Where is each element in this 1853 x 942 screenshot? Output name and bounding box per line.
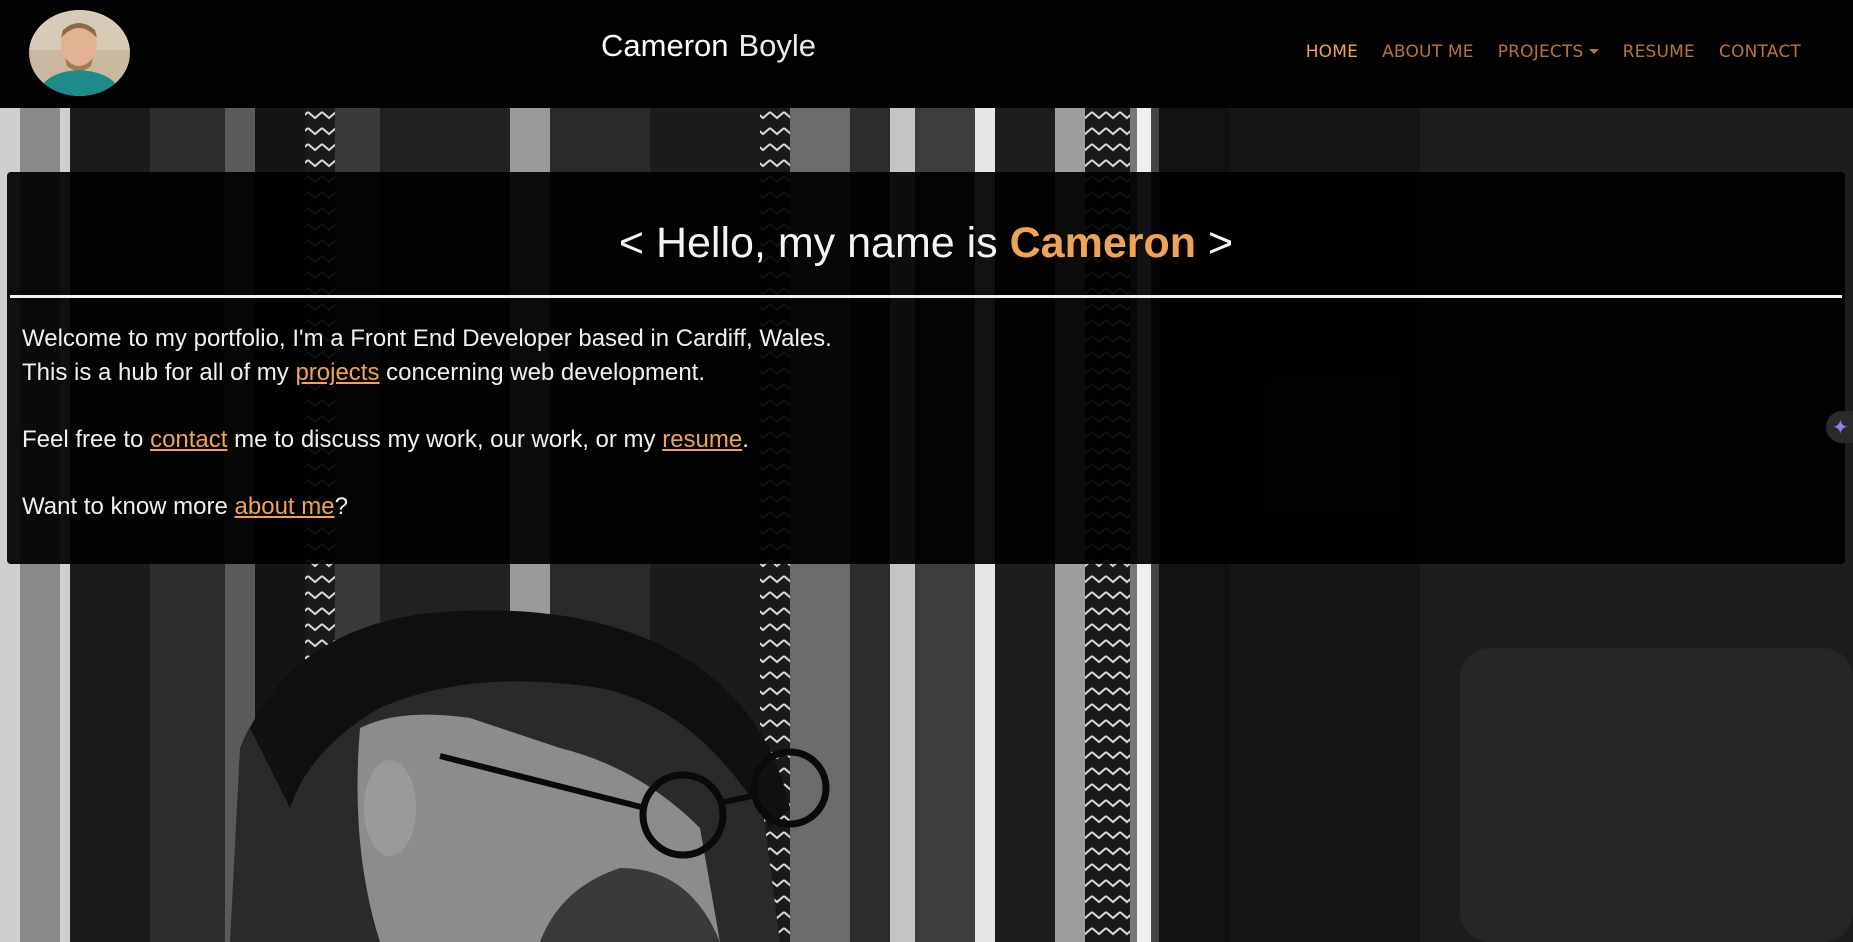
nav-about-me[interactable]: ABOUT ME bbox=[1370, 42, 1486, 62]
intro-line-2: This is a hub for all of my projects con… bbox=[22, 356, 832, 390]
chevron-down-icon bbox=[1588, 49, 1599, 54]
navbar: Cameron Boyle HOME ABOUT ME PROJECTS RESU… bbox=[0, 0, 1853, 108]
nav-projects[interactable]: PROJECTS bbox=[1486, 42, 1611, 62]
intro-line-1: Welcome to my portfolio, I'm a Front End… bbox=[22, 325, 832, 352]
brand-name[interactable]: Cameron Boyle bbox=[601, 28, 816, 64]
intro-line-4: Want to know more about me? bbox=[22, 490, 832, 524]
line-4-text-post: ? bbox=[334, 493, 348, 520]
main-nav: HOME ABOUT ME PROJECTS RESUME CONTACT bbox=[1294, 42, 1813, 62]
nav-contact[interactable]: CONTACT bbox=[1707, 42, 1813, 62]
sparkle-icon: ✦ bbox=[1832, 415, 1849, 439]
intro-body: Welcome to my portfolio, I'm a Front End… bbox=[22, 322, 832, 524]
heading-name: Cameron bbox=[1009, 219, 1197, 267]
line-3-text-pre: Feel free to bbox=[22, 426, 151, 453]
line-3-text-mid: me to discuss my work, our work, or my bbox=[227, 426, 663, 453]
line-4-text-pre: Want to know more bbox=[22, 493, 235, 520]
heading-divider bbox=[10, 295, 1842, 298]
nav-projects-label: PROJECTS bbox=[1497, 42, 1584, 62]
brand-first-name: Cameron bbox=[601, 28, 729, 63]
projects-link[interactable]: projects bbox=[295, 359, 379, 386]
line-3-text-post: . bbox=[742, 426, 749, 453]
sparkle-button[interactable]: ✦ bbox=[1826, 411, 1853, 443]
heading-suffix: > bbox=[1196, 219, 1234, 267]
heading-prefix: < Hello, my name is bbox=[618, 219, 1010, 267]
intro-panel: < Hello, my name is Cameron > Welcome to… bbox=[7, 172, 1845, 564]
intro-line-3: Feel free to contact me to discuss my wo… bbox=[22, 423, 832, 457]
intro-heading: < Hello, my name is Cameron > bbox=[7, 219, 1845, 268]
avatar[interactable] bbox=[29, 10, 130, 96]
avatar-photo bbox=[29, 10, 130, 96]
nav-home[interactable]: HOME bbox=[1294, 42, 1370, 62]
line-2-text-post: concerning web development. bbox=[379, 359, 706, 386]
resume-link[interactable]: resume bbox=[662, 426, 742, 453]
line-2-text-pre: This is a hub for all of my bbox=[22, 359, 296, 386]
brand-last-name: Boyle bbox=[738, 28, 817, 63]
contact-link[interactable]: contact bbox=[150, 426, 227, 453]
nav-resume[interactable]: RESUME bbox=[1611, 42, 1707, 62]
about-me-link[interactable]: about me bbox=[235, 493, 335, 520]
